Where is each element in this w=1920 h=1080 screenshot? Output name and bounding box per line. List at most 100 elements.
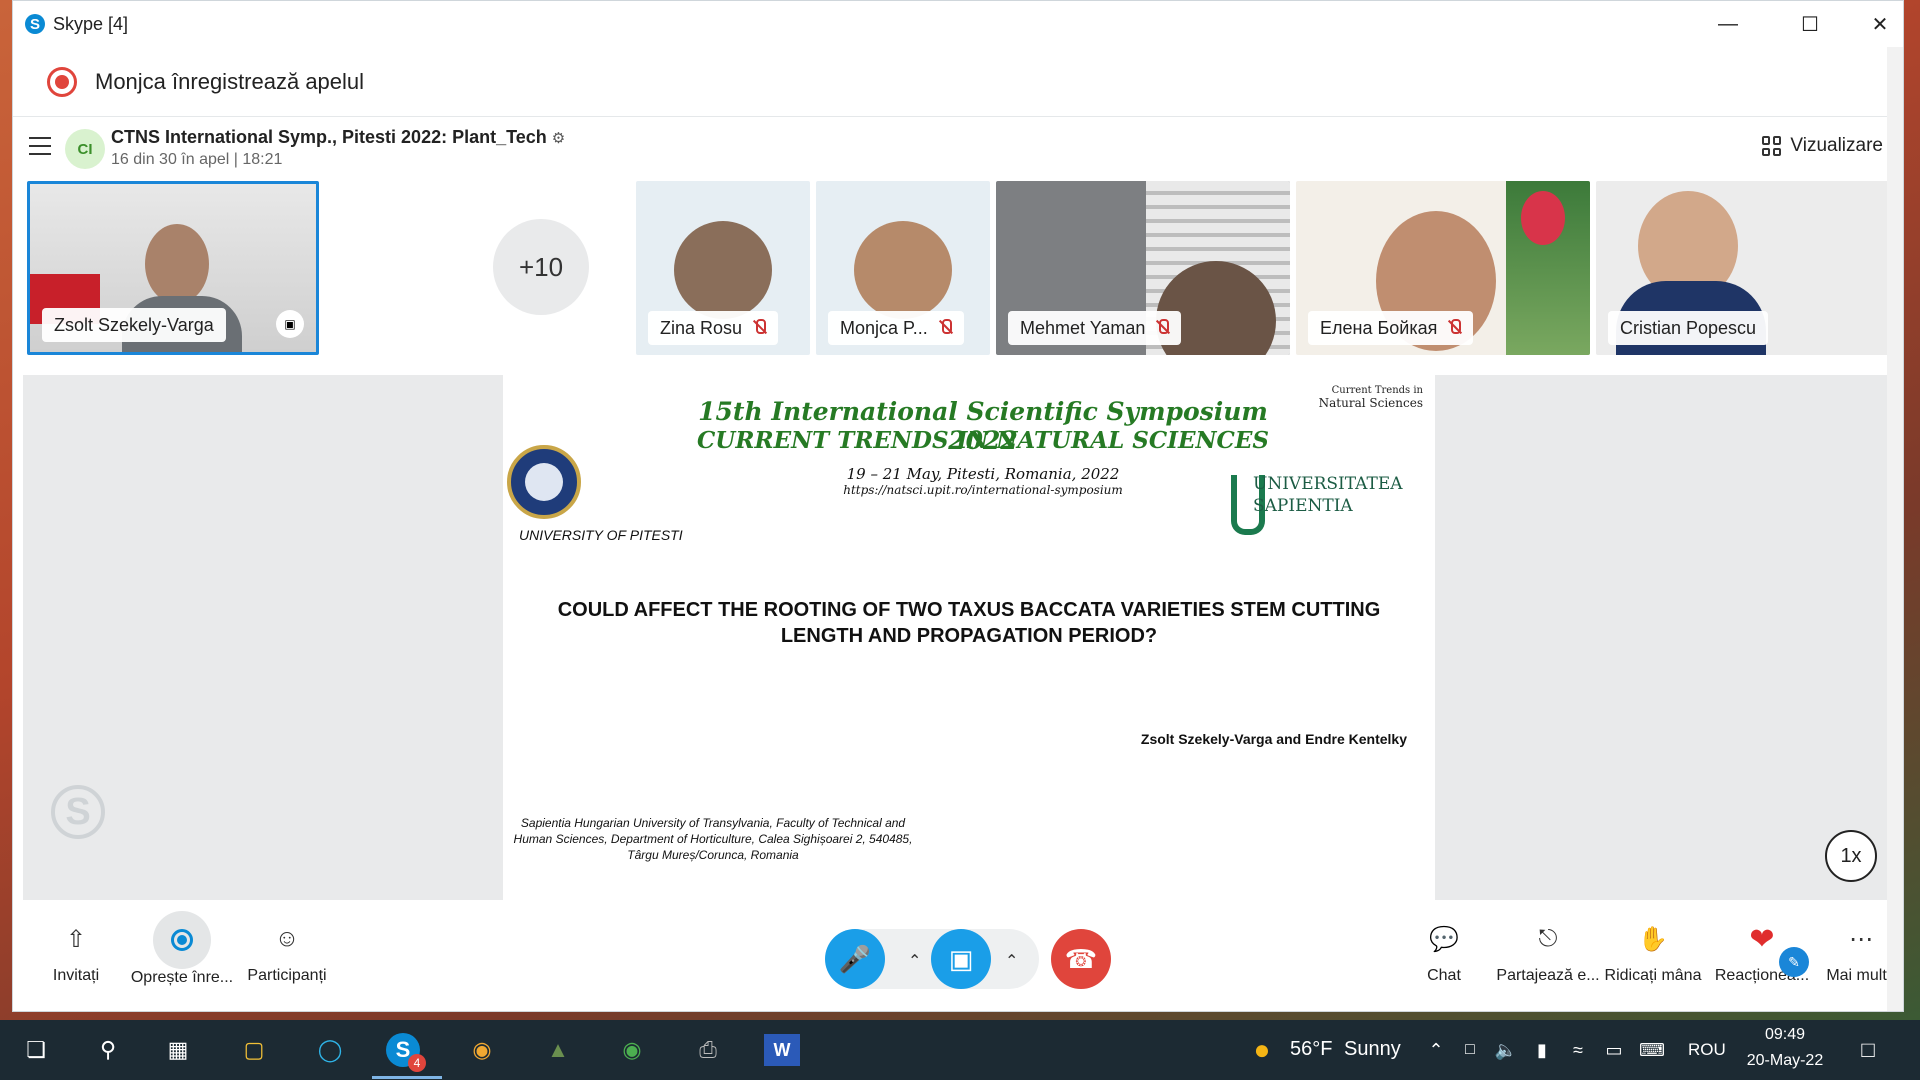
sapientia-line1: UNIVERSITATEA bbox=[1253, 474, 1403, 494]
invite-button[interactable]: ⇧ Invitați bbox=[41, 919, 111, 985]
self-name-text: Zsolt Szekely-Varga bbox=[54, 314, 214, 335]
skype-watermark-icon: S bbox=[51, 785, 105, 839]
participant-avatar bbox=[674, 221, 772, 319]
mic-options-chevron-icon[interactable]: ⌃ bbox=[908, 951, 921, 971]
search-icon[interactable]: ⚲ bbox=[90, 1032, 126, 1068]
participants-button[interactable]: ☺ Participanți bbox=[239, 919, 335, 985]
ctns-logo: Current Trends in Natural Sciences bbox=[1319, 385, 1423, 409]
brave-browser-icon[interactable]: ◉ bbox=[464, 1032, 500, 1068]
participant-name-label: Zina Rosu bbox=[648, 311, 779, 345]
task-view-icon[interactable]: ▦ bbox=[160, 1032, 196, 1068]
share-up-icon: ⇧ bbox=[65, 925, 87, 953]
participant-tile-elena[interactable]: Елена Бойкая bbox=[1296, 181, 1590, 355]
clock-time[interactable]: 09:49 bbox=[1740, 1026, 1830, 1044]
notifications-icon[interactable]: □ bbox=[1850, 1032, 1886, 1068]
presentation-slide: 15th International Scientific Symposium … bbox=[503, 375, 1435, 900]
participant-tile-mehmet[interactable]: Mehmet Yaman bbox=[996, 181, 1290, 355]
participant-tile-monjca[interactable]: Monjca P... bbox=[816, 181, 990, 355]
weather-sun-icon[interactable]: ● bbox=[1244, 1032, 1280, 1068]
call-header: CI CTNS International Symp., Pitesti 202… bbox=[13, 119, 1903, 179]
word-icon[interactable]: W bbox=[764, 1034, 800, 1066]
raise-hand-label: Ridicați mâna bbox=[1604, 967, 1702, 984]
participant-name-text: Monjca P... bbox=[840, 317, 928, 338]
participant-name-text: Mehmet Yaman bbox=[1020, 317, 1146, 338]
chat-label: Chat bbox=[1427, 967, 1461, 984]
mic-muted-icon bbox=[938, 319, 952, 337]
heart-icon: ❤ bbox=[1749, 922, 1775, 956]
edge-browser-icon[interactable]: ◯ bbox=[312, 1032, 348, 1068]
call-title[interactable]: CTNS International Symp., Pitesti 2022: … bbox=[111, 127, 565, 148]
mic-muted-icon bbox=[1447, 319, 1462, 337]
hidden-icons-chevron[interactable]: ⌃ bbox=[1418, 1032, 1454, 1068]
title-bar: S Skype [4] — ☐ ✕ bbox=[13, 1, 1903, 47]
windows-taskbar: ❏ ⚲ ▦ ▢ ◯ S 4 ◉ ▲ ◉ ⎙ W ● 56°F Sunny ⌃ □… bbox=[0, 1020, 1920, 1080]
app-icon[interactable]: ▲ bbox=[540, 1032, 576, 1068]
minimize-button[interactable]: — bbox=[1693, 1, 1763, 47]
self-video-tile[interactable]: Zsolt Szekely-Varga ▣ bbox=[27, 181, 319, 355]
participant-name-text: Zina Rosu bbox=[660, 317, 743, 338]
menu-icon[interactable] bbox=[29, 137, 51, 155]
participant-tile-cristian[interactable]: Cristian Popescu bbox=[1596, 181, 1890, 355]
maximize-button[interactable]: ☐ bbox=[1775, 1, 1845, 47]
invite-label: Invitați bbox=[52, 967, 100, 984]
grid-view-icon bbox=[1762, 136, 1782, 156]
input-language[interactable]: ROU bbox=[1688, 1040, 1726, 1060]
participant-name-label: Mehmet Yaman bbox=[1008, 311, 1182, 345]
keyboard-icon[interactable]: ⌨ bbox=[1634, 1032, 1670, 1068]
view-label: Vizualizare bbox=[1790, 135, 1883, 156]
participant-name-text: Елена Бойкая bbox=[1320, 317, 1438, 338]
stop-recording-button[interactable]: Oprește înre... bbox=[117, 911, 247, 987]
microphone-button[interactable]: 🎤 bbox=[825, 929, 885, 989]
video-off-icon[interactable]: ▣ bbox=[276, 310, 304, 338]
edit-pencil-icon[interactable]: ✎ bbox=[1779, 947, 1809, 977]
recording-text: Monjca înregistrează apelul bbox=[95, 68, 365, 94]
hang-up-button[interactable]: ☎ bbox=[1051, 929, 1111, 989]
participant-name-text: Cristian Popescu bbox=[1620, 317, 1757, 338]
camera-button[interactable]: ▣ bbox=[931, 929, 991, 989]
participant-tile-zina[interactable]: Zina Rosu bbox=[636, 181, 810, 355]
raise-hand-button[interactable]: ✋ Ridicați mâna bbox=[1593, 919, 1713, 985]
participant-name-label: Monjca P... bbox=[828, 311, 964, 345]
skype-app-icon: S bbox=[25, 14, 45, 34]
print-icon[interactable]: ⎙ bbox=[690, 1032, 726, 1068]
chat-button[interactable]: 💬 Chat bbox=[1409, 919, 1479, 985]
tulip bbox=[1521, 191, 1565, 245]
more-participants-button[interactable]: +10 bbox=[493, 219, 589, 315]
record-stop-icon bbox=[153, 911, 211, 969]
chat-bubble-icon: 💬 bbox=[1429, 925, 1459, 953]
sapientia-logo-text: UNIVERSITATEA SAPIENTIA bbox=[1253, 473, 1423, 517]
chrome-icon[interactable]: ◉ bbox=[614, 1032, 650, 1068]
call-title-text: CTNS International Symp., Pitesti 2022: … bbox=[111, 127, 547, 147]
mic-tray-icon[interactable]: ▮ bbox=[1524, 1032, 1560, 1068]
clock-date[interactable]: 20-May-22 bbox=[1740, 1052, 1830, 1070]
slide-url: https://natsci.upit.ro/international-sym… bbox=[843, 483, 1123, 497]
slide-dates: 19 – 21 May, Pitesti, Romania, 2022 bbox=[846, 465, 1120, 483]
shared-screen-stage: S 15th International Scientific Symposiu… bbox=[23, 375, 1893, 900]
settings-gear-icon[interactable]: ⚙ bbox=[552, 130, 565, 147]
skype-window: S Skype [4] — ☐ ✕ Monjca înregistrează a… bbox=[12, 0, 1904, 1012]
file-explorer-icon[interactable]: ▢ bbox=[236, 1032, 272, 1068]
skype-notification-badge: 4 bbox=[408, 1054, 426, 1072]
mic-muted-icon bbox=[1155, 319, 1170, 337]
participant-name-label: Cristian Popescu bbox=[1608, 311, 1769, 345]
device-icon[interactable]: □ bbox=[1452, 1032, 1488, 1068]
slide-affiliation: Sapientia Hungarian University of Transy… bbox=[513, 816, 913, 862]
mic-muted-icon bbox=[752, 319, 767, 337]
playback-speed-button[interactable]: 1x bbox=[1825, 830, 1877, 882]
group-avatar[interactable]: CI bbox=[65, 129, 105, 169]
weather-temperature[interactable]: 56°F bbox=[1290, 1038, 1332, 1061]
slide-title: COULD AFFECT THE ROOTING OF TWO TAXUS BA… bbox=[557, 599, 1381, 647]
weather-condition[interactable]: Sunny bbox=[1344, 1038, 1401, 1061]
battery-icon[interactable]: ▭ bbox=[1596, 1032, 1632, 1068]
scrollbar[interactable] bbox=[1887, 47, 1903, 1011]
wifi-icon[interactable]: ≈ bbox=[1560, 1032, 1596, 1068]
camera-options-chevron-icon[interactable]: ⌃ bbox=[1005, 951, 1018, 971]
slide-authors: Zsolt Szekely-Varga and Endre Kentelky bbox=[1140, 731, 1407, 747]
participant-avatar bbox=[854, 221, 952, 319]
volume-icon[interactable]: 🔈 bbox=[1488, 1032, 1524, 1068]
screen-share-icon: ⎋ bbox=[1538, 925, 1558, 952]
close-button[interactable]: ✕ bbox=[1845, 1, 1903, 47]
start-windows-icon[interactable]: ❏ bbox=[18, 1032, 54, 1068]
view-button[interactable]: Vizualizare bbox=[1762, 135, 1883, 157]
recording-banner: Monjca înregistrează apelul bbox=[13, 47, 1903, 117]
